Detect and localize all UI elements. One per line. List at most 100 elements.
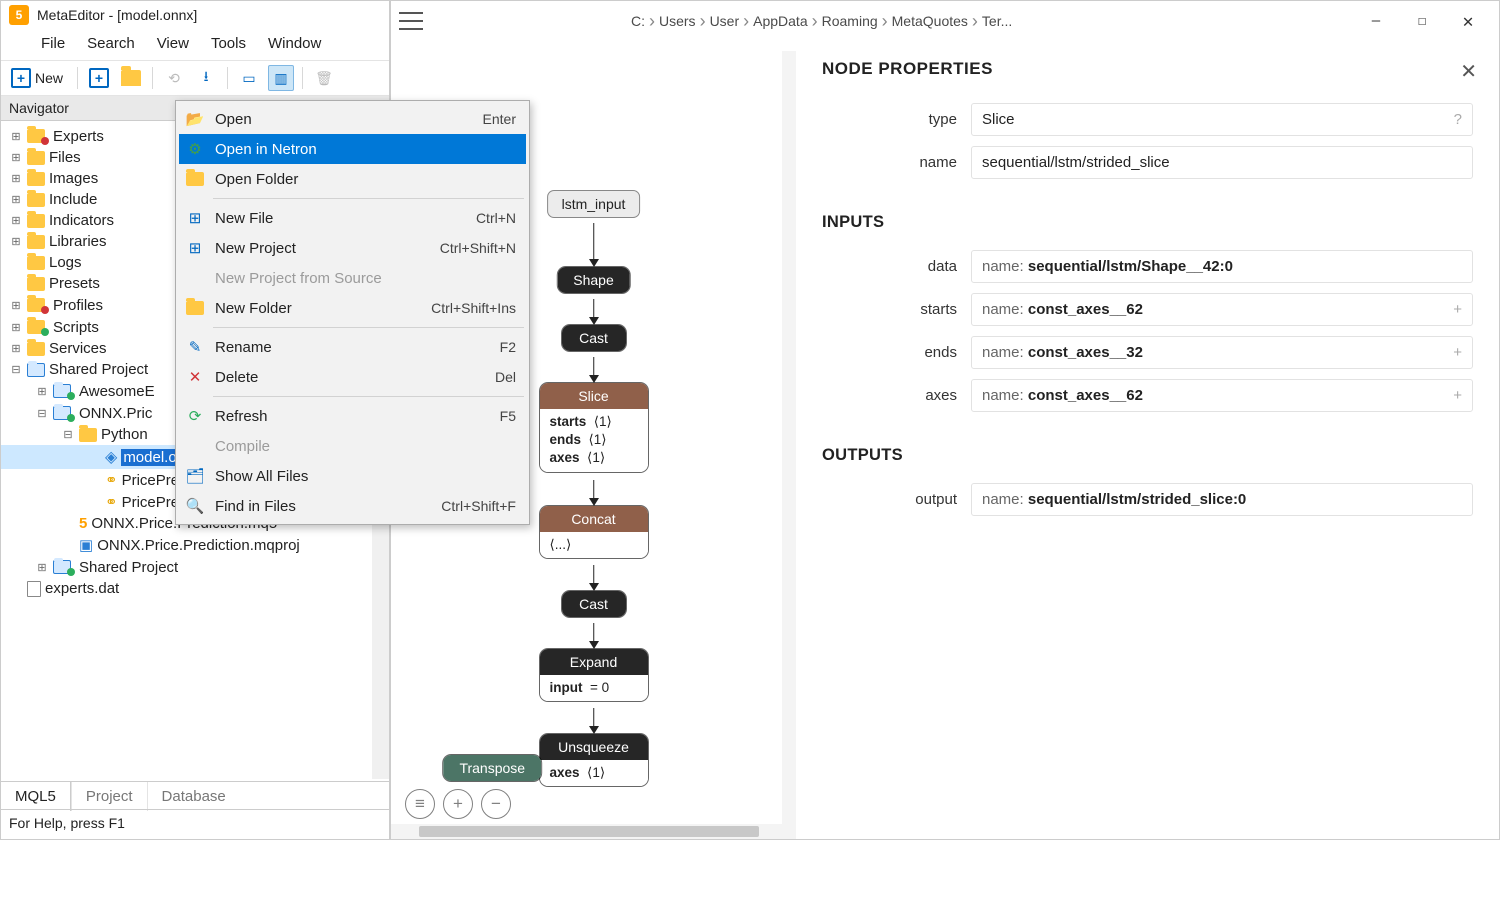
new-button[interactable]: + New — [9, 66, 69, 90]
menu-search[interactable]: Search — [87, 35, 135, 52]
netron-titlebar: C: › Users › User › AppData › Roaming › … — [391, 1, 1499, 41]
menu-window[interactable]: Window — [268, 35, 321, 52]
maximize-button[interactable]: ☐ — [1399, 5, 1445, 37]
breadcrumb-item[interactable]: User — [710, 13, 740, 29]
menu-shortcut: F2 — [500, 339, 516, 355]
layout-button[interactable]: ▭ — [236, 65, 262, 91]
expand-icon[interactable]: ⊞ — [9, 151, 23, 164]
menu-item[interactable]: ⊞New FileCtrl+N — [179, 203, 526, 233]
prop-label: starts — [822, 301, 957, 318]
graph-node[interactable]: Cast — [562, 325, 626, 351]
status-dot — [41, 328, 49, 336]
tab-project[interactable]: Project — [71, 782, 147, 811]
prop-name-value[interactable]: sequential/lstm/strided_slice — [971, 146, 1473, 179]
menu-item-label: New Project from Source — [215, 270, 516, 287]
breadcrumb-item[interactable]: AppData — [753, 13, 807, 29]
tab-database[interactable]: Database — [147, 782, 240, 811]
menu-item[interactable]: ✕DeleteDel — [179, 362, 526, 392]
expand-icon[interactable]: + — [1453, 301, 1462, 318]
tree-item[interactable]: ▣ONNX.Price.Prediction.mqproj — [1, 534, 389, 556]
expand-icon[interactable]: ⊟ — [35, 407, 49, 420]
tree-item-label: ONNX.Pric — [79, 405, 152, 422]
trash-button[interactable]: 🗑 — [311, 65, 337, 91]
graph-edge — [593, 623, 595, 641]
breadcrumb[interactable]: C: › Users › User › AppData › Roaming › … — [431, 11, 1345, 32]
expand-icon[interactable]: ⊞ — [35, 385, 49, 398]
open-folder-button[interactable] — [118, 65, 144, 91]
graph-node[interactable]: Unsqueezeaxes ⟨1⟩ — [540, 734, 648, 786]
breadcrumb-item[interactable]: Roaming — [822, 13, 878, 29]
menu-shortcut: Del — [495, 369, 516, 385]
tab-mql5[interactable]: MQL5 — [1, 782, 71, 811]
graph-scroll-thumb[interactable] — [419, 826, 759, 837]
prop-value[interactable]: name: const_axes__62+ — [971, 293, 1473, 326]
graph-node[interactable]: Concat⟨...⟩ — [540, 506, 648, 558]
menu-item[interactable]: 📂OpenEnter — [179, 104, 526, 134]
expand-icon[interactable]: ⊞ — [9, 193, 23, 206]
menu-file[interactable]: File — [41, 35, 65, 52]
menu-icon[interactable]: ≡ — [405, 789, 435, 819]
navigator-title: Navigator — [9, 100, 69, 116]
menu-item[interactable]: ⊞New ProjectCtrl+Shift+N — [179, 233, 526, 263]
expand-icon[interactable]: ⊞ — [9, 214, 23, 227]
breadcrumb-item[interactable]: Users — [659, 13, 696, 29]
tree-item[interactable]: experts.dat — [1, 578, 389, 599]
prop-value[interactable]: name: sequential/lstm/Shape__42:0 — [971, 250, 1473, 283]
menu-item[interactable]: Open Folder — [179, 164, 526, 194]
menu-item[interactable]: ⚙Open in Netron — [179, 134, 526, 164]
chevron-right-icon: › — [700, 11, 706, 32]
prop-type-value[interactable]: Slice? — [971, 103, 1473, 136]
menu-item[interactable]: 🔍Find in FilesCtrl+Shift+F — [179, 491, 526, 521]
prop-label: axes — [822, 387, 957, 404]
close-icon[interactable]: ✕ — [1460, 59, 1477, 84]
expand-icon[interactable]: + — [1453, 344, 1462, 361]
new-label: New — [35, 70, 63, 86]
breadcrumb-item[interactable]: MetaQuotes — [892, 13, 968, 29]
expand-icon[interactable]: ⊟ — [9, 363, 23, 376]
graph-node[interactable]: Expandinput = 0 — [540, 649, 648, 701]
expand-icon[interactable]: ⊞ — [9, 172, 23, 185]
zoom-out-button[interactable]: − — [481, 789, 511, 819]
download-button[interactable]: ⭳ — [193, 65, 219, 91]
hamburger-icon[interactable] — [399, 12, 423, 30]
graph-node-input[interactable]: lstm_input — [548, 191, 640, 217]
expand-icon[interactable]: ⊞ — [9, 342, 23, 355]
graph-node[interactable]: Cast — [562, 591, 626, 617]
menu-item[interactable]: New FolderCtrl+Shift+Ins — [179, 293, 526, 323]
undo-button[interactable]: ⟲ — [161, 65, 187, 91]
graph-node[interactable]: Shape — [557, 267, 629, 293]
close-button[interactable]: ✕ — [1445, 5, 1491, 37]
menu-tools[interactable]: Tools — [211, 35, 246, 52]
zoom-in-button[interactable]: + — [443, 789, 473, 819]
menu-item[interactable]: ✎RenameF2 — [179, 332, 526, 362]
graph-scrollbar-h[interactable] — [391, 824, 796, 839]
breadcrumb-item[interactable]: C: — [631, 13, 645, 29]
expand-icon[interactable]: ⊞ — [9, 299, 23, 312]
help-icon[interactable]: ? — [1454, 111, 1462, 128]
folder-icon — [27, 256, 45, 270]
minimize-button[interactable]: — — [1353, 5, 1399, 37]
tree-item[interactable]: ⊞Shared Project — [1, 556, 389, 578]
menu-item[interactable]: ⟳RefreshF5 — [179, 401, 526, 431]
layout-h-button[interactable]: ▥ — [268, 65, 294, 91]
graph-node[interactable]: Slicestarts ⟨1⟩ends ⟨1⟩axes ⟨1⟩ — [540, 383, 648, 472]
graph-scrollbar-v[interactable] — [782, 51, 797, 829]
expand-icon[interactable]: ⊞ — [35, 561, 49, 574]
expand-icon[interactable]: + — [1453, 387, 1462, 404]
expand-icon[interactable]: ⊞ — [9, 130, 23, 143]
prop-value[interactable]: name: const_axes__32+ — [971, 336, 1473, 369]
menu-item-label: New Folder — [215, 300, 421, 317]
menu-view[interactable]: View — [157, 35, 189, 52]
prop-value[interactable]: name: const_axes__62+ — [971, 379, 1473, 412]
new-file-button[interactable]: + — [86, 65, 112, 91]
menu-item[interactable]: 🗂Show All Files — [179, 461, 526, 491]
status-text: For Help, press F1 — [9, 815, 125, 831]
prop-value[interactable]: name: sequential/lstm/strided_slice:0 — [971, 483, 1473, 516]
node-title: Cast — [562, 325, 626, 351]
graph-node[interactable]: Transpose — [443, 755, 541, 781]
expand-icon[interactable]: ⊟ — [61, 428, 75, 441]
folder-icon — [27, 363, 45, 377]
breadcrumb-item[interactable]: Ter... — [982, 13, 1012, 29]
expand-icon[interactable]: ⊞ — [9, 235, 23, 248]
expand-icon[interactable]: ⊞ — [9, 321, 23, 334]
